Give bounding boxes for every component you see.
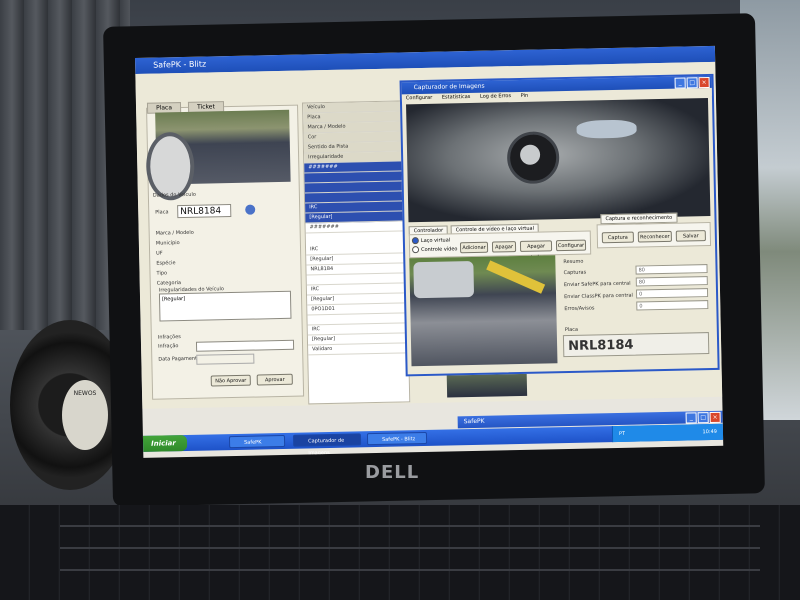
field-municipio: Município [155, 240, 180, 247]
capture-title: Capturador de Imagens [413, 82, 485, 92]
infraction-select[interactable] [195, 339, 295, 352]
field-uf: UF [156, 250, 163, 257]
language-indicator[interactable]: PT [619, 426, 625, 442]
capture-button[interactable]: Captura [601, 231, 634, 244]
window-controls: _ □ × [674, 76, 710, 90]
close-icon[interactable]: × [709, 411, 721, 424]
radio-laco-icon[interactable] [411, 237, 419, 245]
radio-controle-label: Controle vídeo [421, 246, 458, 254]
laptop-screen: SafePK - Blitz Placa Ticket Dados do Veí… [135, 45, 724, 458]
delete-button[interactable]: Apagar [491, 241, 517, 253]
stat-captures-label: Capturas [563, 269, 587, 277]
infraction-checkbox[interactable]: Infração [158, 343, 179, 349]
maximize-icon[interactable]: □ [697, 412, 709, 424]
dell-logo: DELL [365, 462, 420, 483]
stat-classpk-value: 0 [635, 288, 709, 299]
menu-log-erros[interactable]: Log de Erros [480, 93, 511, 100]
live-video-feed[interactable] [406, 98, 711, 223]
delete-all-button[interactable]: Apagar tudo [519, 240, 553, 261]
records-list: Veículo Placa Marca / Modelo Cor Sentido… [301, 100, 411, 405]
video-control-group: Laço virtual Controle vídeo Adicionar Ap… [408, 230, 592, 261]
field-especie: Espécie [156, 260, 176, 267]
close-icon[interactable]: × [698, 76, 710, 89]
start-button[interactable]: Iniciar [142, 434, 188, 452]
date-label: Data Pagamento [158, 355, 201, 363]
infractions-label: Infrações [157, 334, 181, 341]
stat-classpk-label: Enviar ClassPK para central [564, 292, 633, 301]
wheel-image [145, 131, 195, 201]
minimize-icon[interactable]: _ [674, 77, 686, 89]
stat-captures-value: 80 [635, 264, 708, 275]
stat-errors-label: Erros/Avisos [564, 305, 595, 313]
radio-laco: Laço virtual [411, 236, 451, 245]
safepk-mini-title: SafePK [463, 417, 485, 426]
task-capturador[interactable]: Capturador de Imagens [292, 433, 362, 456]
laptop-keyboard [0, 505, 800, 600]
task-safepk[interactable]: SafePK [228, 434, 286, 449]
field-tipo: Tipo [156, 270, 168, 277]
radio-controle: Controle vídeo [412, 245, 458, 254]
not-approve-button[interactable]: Não Aprovar [210, 374, 251, 387]
stat-errors-value: 0 [636, 300, 709, 311]
capture-window: Capturador de Imagens _ □ × Configurar Est… [399, 73, 720, 377]
main-app-body: Placa Ticket Dados do Veículo Placa NRL8… [135, 61, 723, 409]
captured-image[interactable] [409, 255, 558, 367]
curb-image [486, 260, 546, 294]
configure-button[interactable]: Configurar [555, 239, 587, 252]
clock: 10:49 [702, 428, 718, 436]
menu-estatisticas[interactable]: Estatísticas [442, 94, 471, 101]
stats-label: Resumo [563, 258, 584, 266]
plate-label: Placa [155, 209, 169, 216]
vehicle-photo [145, 109, 291, 201]
menu-pin[interactable]: Pin [521, 93, 529, 99]
system-tray: PT 10:49 [611, 423, 724, 443]
keyboard-row [60, 569, 760, 589]
vehicle-panel: Placa Ticket Dados do Veículo Placa NRL8… [145, 101, 305, 400]
vehicle-tabs: Placa Ticket [146, 93, 226, 114]
mini-window-controls: _ □ × [685, 411, 721, 425]
car-image [413, 260, 475, 299]
headlamp-image [576, 119, 637, 139]
minimize-icon[interactable]: _ [685, 412, 697, 424]
stat-safepk-value: 80 [635, 276, 708, 287]
task-safepk-blitz[interactable]: SafePK - Blitz [366, 431, 428, 446]
radio-controle-icon[interactable] [412, 246, 420, 254]
list-item[interactable]: ####### [305, 221, 406, 234]
add-button[interactable]: Adicionar [459, 241, 489, 254]
maximize-icon[interactable]: □ [686, 77, 698, 89]
field-categoria: Categoria [156, 280, 182, 287]
approve-button[interactable]: Aprovar [256, 373, 293, 386]
recognized-plate: NRL8184 [562, 332, 710, 358]
stat-safepk-label: Enviar SafePK para central [563, 280, 631, 289]
field-marca: Marca / Modelo [155, 229, 194, 237]
keyboard-row [60, 547, 760, 567]
recognize-button[interactable]: Reconhecer [637, 230, 672, 243]
date-input[interactable] [196, 353, 255, 365]
keyboard-row [60, 525, 760, 545]
radio-laco-label: Laço virtual [420, 237, 451, 245]
capture-group: Captura Reconhecer Salvar [596, 221, 712, 249]
menu-configurar[interactable]: Configurar [406, 95, 433, 102]
search-icon[interactable] [245, 204, 256, 215]
save-button[interactable]: Salvar [675, 230, 706, 242]
notes-box[interactable]: [Regular] [158, 290, 292, 322]
recognized-plate-label: Placa [564, 326, 579, 334]
plate-input[interactable]: NRL8184 [177, 204, 232, 219]
list-item[interactable]: Validaro [308, 343, 409, 356]
fan-label: NEWOS [62, 380, 108, 450]
vehicle-section-label: Dados do Veículo [152, 191, 196, 199]
